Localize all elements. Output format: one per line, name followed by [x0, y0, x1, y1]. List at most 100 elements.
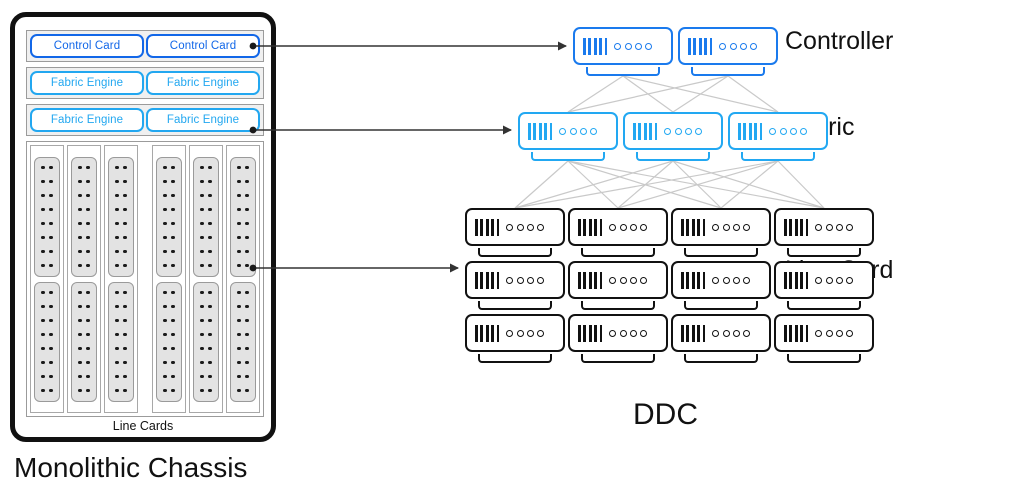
line-card-slot-1[interactable]: [30, 145, 64, 413]
port-dot-icon: [208, 304, 212, 309]
port-dot-icon: [245, 207, 249, 212]
line-card-module[interactable]: [108, 156, 134, 277]
port-dot-icon: [78, 221, 82, 226]
device-base: [581, 300, 655, 310]
device-bars-icon: [688, 37, 713, 55]
port-dot-icon: [49, 263, 53, 268]
port-dot-icon: [245, 193, 249, 198]
port-dot-icon: [200, 263, 204, 268]
port-dot-icon: [171, 179, 175, 184]
line-card-device-4[interactable]: [774, 208, 874, 257]
control-card-slot-2[interactable]: Control Card: [146, 34, 260, 58]
device-base: [531, 151, 605, 161]
port-dot-icon: [237, 263, 241, 268]
fabric-device-1[interactable]: [518, 112, 618, 161]
device-bars-icon: [633, 122, 658, 140]
port-dot-icon: [245, 290, 249, 295]
port-dot-icon: [86, 318, 90, 323]
port-dot-icon: [237, 360, 241, 365]
controller-device-2[interactable]: [678, 27, 778, 76]
device-body: [465, 314, 565, 352]
port-dot-icon: [208, 263, 212, 268]
port-dot-icon: [49, 221, 53, 226]
line-card-device-10[interactable]: [568, 314, 668, 363]
device-bars-icon: [583, 37, 608, 55]
line-card-slot-4[interactable]: [152, 145, 186, 413]
port-dot-icon: [115, 165, 119, 170]
device-bars-icon: [784, 271, 809, 289]
port-dot-icon: [208, 235, 212, 240]
port-dot-icon: [123, 193, 127, 198]
line-card-module[interactable]: [108, 281, 134, 402]
line-card-module[interactable]: [193, 156, 219, 277]
line-card-slot-6[interactable]: [226, 145, 260, 413]
port-dot-icon: [208, 360, 212, 365]
line-card-device-9[interactable]: [465, 314, 565, 363]
port-dot-icon: [86, 165, 90, 170]
chassis-row-fabric-engines-1: Fabric Engine Fabric Engine: [26, 67, 264, 99]
port-dot-icon: [86, 304, 90, 309]
port-dot-icon: [237, 332, 241, 337]
line-card-module[interactable]: [230, 281, 256, 402]
fabric-engine-slot-3[interactable]: Fabric Engine: [30, 108, 144, 132]
line-card-slot-5[interactable]: [189, 145, 223, 413]
port-dot-icon: [245, 221, 249, 226]
fabric-engine-slot-4[interactable]: Fabric Engine: [146, 108, 260, 132]
controller-device-1[interactable]: [573, 27, 673, 76]
line-card-module[interactable]: [71, 281, 97, 402]
device-base: [478, 353, 552, 363]
device-base: [684, 247, 758, 257]
line-card-device-2[interactable]: [568, 208, 668, 257]
device-body: [465, 261, 565, 299]
control-card-label: Control Card: [53, 40, 121, 52]
port-dot-icon: [115, 207, 119, 212]
port-dot-icon: [123, 263, 127, 268]
line-card-module[interactable]: [34, 281, 60, 402]
port-dot-icon: [245, 179, 249, 184]
port-dot-icon: [49, 332, 53, 337]
port-dot-icon: [41, 179, 45, 184]
port-dot-icon: [208, 374, 212, 379]
port-dot-icon: [41, 207, 45, 212]
line-card-device-11[interactable]: [671, 314, 771, 363]
device-body: [774, 314, 874, 352]
port-dot-icon: [49, 207, 53, 212]
control-card-slot-1[interactable]: Control Card: [30, 34, 144, 58]
fabric-engine-slot-1[interactable]: Fabric Engine: [30, 71, 144, 95]
port-dot-icon: [123, 318, 127, 323]
line-card-module[interactable]: [34, 156, 60, 277]
line-card-module[interactable]: [156, 281, 182, 402]
port-dot-icon: [237, 388, 241, 393]
line-card-device-8[interactable]: [774, 261, 874, 310]
fabric-engine-slot-2[interactable]: Fabric Engine: [146, 71, 260, 95]
port-dot-icon: [41, 249, 45, 254]
port-dot-icon: [41, 165, 45, 170]
line-card-slot-3[interactable]: [104, 145, 138, 413]
port-dot-icon: [200, 388, 204, 393]
line-card-device-12[interactable]: [774, 314, 874, 363]
line-card-device-6[interactable]: [568, 261, 668, 310]
line-card-module[interactable]: [71, 156, 97, 277]
port-dot-icon: [123, 290, 127, 295]
port-dot-icon: [200, 290, 204, 295]
line-card-device-7[interactable]: [671, 261, 771, 310]
fabric-device-2[interactable]: [623, 112, 723, 161]
port-dot-icon: [237, 374, 241, 379]
line-card-device-1[interactable]: [465, 208, 565, 257]
port-dot-icon: [86, 332, 90, 337]
port-dot-icon: [41, 360, 45, 365]
port-dot-icon: [86, 179, 90, 184]
port-dot-icon: [123, 374, 127, 379]
line-card-device-5[interactable]: [465, 261, 565, 310]
line-card-module[interactable]: [156, 156, 182, 277]
line-card-slot-2[interactable]: [67, 145, 101, 413]
port-dot-icon: [208, 193, 212, 198]
line-card-device-3[interactable]: [671, 208, 771, 257]
port-dot-icon: [115, 193, 119, 198]
line-card-module[interactable]: [230, 156, 256, 277]
port-dot-icon: [115, 179, 119, 184]
port-dot-icon: [115, 249, 119, 254]
line-card-module[interactable]: [193, 281, 219, 402]
port-dot-icon: [78, 318, 82, 323]
fabric-device-3[interactable]: [728, 112, 828, 161]
